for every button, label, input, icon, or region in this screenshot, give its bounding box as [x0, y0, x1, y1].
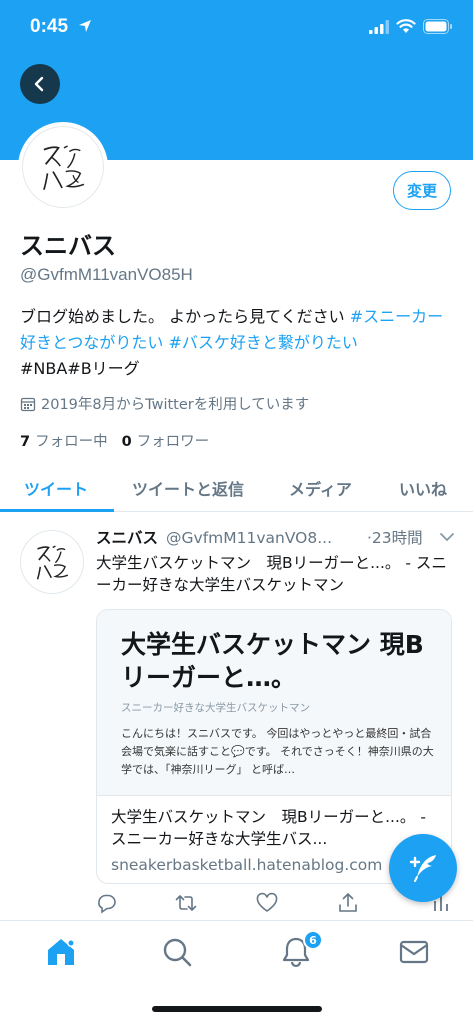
card-domain: sneakerbasketball.hatenablog.com	[111, 856, 383, 874]
tab-tweets[interactable]: ツイート	[24, 476, 88, 500]
avatar-calligraphy-logo	[43, 145, 85, 191]
edit-profile-button[interactable]: 変更	[393, 171, 451, 210]
following-count: 7	[20, 434, 31, 450]
back-arrow-icon	[34, 76, 44, 92]
tweet-author-handle: @GvfmM11vanVO8...	[166, 529, 333, 547]
tweet-author-name[interactable]: スニバス	[96, 529, 158, 547]
tweet-timestamp: ·23時間	[363, 526, 423, 548]
bio-hashtag[interactable]: #バスケ好きと繋がりたい	[168, 333, 357, 352]
profile-tabs: ツイート ツイートと返信 メディア いいね	[0, 460, 473, 512]
card-preview-site: スニーカー好きな大学生バスケットマン	[121, 702, 310, 714]
card-preview-excerpt: こんにちは！スニバスです。 今回はやっとやっと最終回・試合会場で気楽に話すこと💬…	[121, 727, 434, 776]
bio-text: ブログ始めました。 よかったら見てください	[20, 307, 350, 326]
status-time: 0:45	[30, 16, 69, 37]
joined-label: 2019年8月からTwitterを利用しています	[41, 397, 310, 413]
chevron-down-icon[interactable]	[440, 532, 454, 542]
battery-icon	[423, 19, 452, 34]
like-icon[interactable]	[256, 892, 278, 914]
followers-count: 0	[121, 434, 132, 450]
profile-bio: ブログ始めました。 よかったら見てください #スニーカー好きとつながりたい #バ…	[20, 304, 456, 382]
retweet-icon[interactable]	[175, 892, 197, 914]
signal-icon	[369, 20, 389, 34]
profile-avatar[interactable]	[18, 122, 108, 212]
following-label: フォロー中	[35, 434, 108, 450]
follow-stats: 7 フォロー中 0 フォロワー	[20, 430, 209, 451]
status-bar: 0:45	[0, 0, 473, 58]
avatar-calligraphy-logo	[36, 545, 69, 580]
reply-icon[interactable]	[96, 892, 118, 914]
home-indicator	[152, 1006, 322, 1012]
tweet-avatar[interactable]	[20, 530, 84, 594]
tab-tweets-replies[interactable]: ツイートと返信	[132, 476, 244, 500]
compose-tweet-button[interactable]	[389, 834, 457, 902]
home-icon[interactable]	[44, 935, 78, 969]
tweet-text: 大学生バスケットマン 現Bリーガーと...。 - スニーカー好きな大学生バスケッ…	[96, 554, 447, 594]
card-preview-title: 大学生バスケットマン 現Bリーガーと…。	[121, 630, 424, 692]
calendar-icon	[20, 397, 36, 411]
location-arrow-icon	[79, 20, 91, 32]
bio-hashtag-plain: #NBA#Bリーグ	[20, 359, 140, 378]
back-button[interactable]	[20, 64, 60, 104]
following-link[interactable]: 7 フォロー中	[20, 430, 108, 451]
share-icon[interactable]	[337, 892, 359, 914]
wifi-icon	[396, 19, 416, 33]
compose-icon	[409, 855, 436, 882]
link-card-preview: 大学生バスケットマン 現Bリーガーと…。 スニーカー好きな大学生バスケットマン …	[97, 610, 451, 796]
followers-label: フォロワー	[136, 434, 210, 450]
tab-media[interactable]: メディア	[289, 476, 352, 500]
card-title: 大学生バスケットマン 現Bリーガーと...。 - スニーカー好きな大学生バス..…	[111, 808, 426, 848]
tab-likes[interactable]: いいね	[399, 476, 447, 500]
joined-date: 2019年8月からTwitterを利用しています	[20, 393, 309, 414]
profile-handle: @GvfmM11vanVO85H	[20, 265, 193, 284]
tweet-actions	[0, 892, 473, 922]
notifications-badge: 6	[303, 930, 323, 950]
followers-link[interactable]: 0 フォロワー	[122, 430, 210, 451]
profile-display-name: スニバス	[20, 232, 116, 260]
search-icon[interactable]	[160, 935, 194, 969]
mail-icon[interactable]	[397, 935, 431, 969]
